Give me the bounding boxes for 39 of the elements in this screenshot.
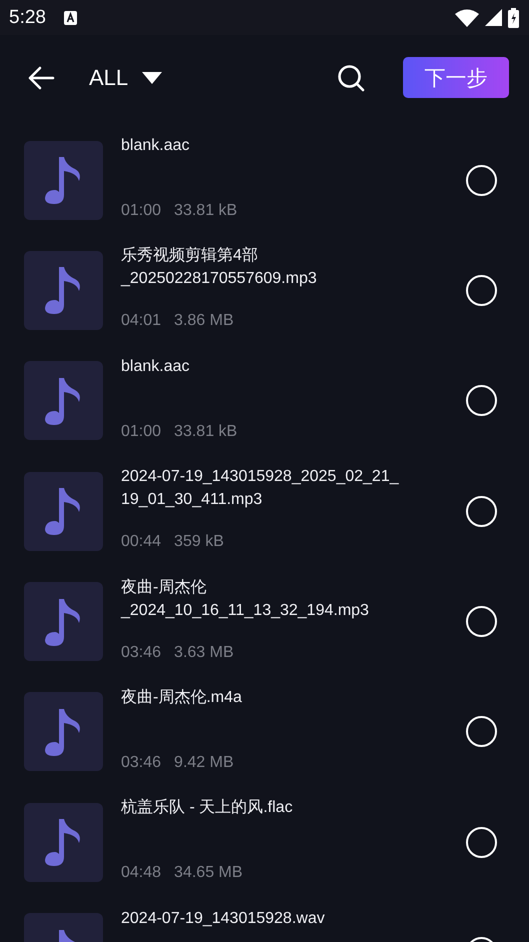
signal-icon (485, 9, 502, 26)
wifi-icon (455, 8, 479, 26)
search-icon[interactable] (337, 64, 365, 92)
file-name: blank.aac (121, 356, 190, 377)
select-radio[interactable] (466, 496, 497, 527)
duration: 03:46 (121, 754, 162, 772)
duration: 01:00 (121, 202, 162, 220)
battery-icon (508, 8, 519, 28)
duration: 01:00 (121, 422, 162, 441)
file-name: 夜曲-周杰伦 _2024_10_16_11_13_32_194.mp3 (121, 578, 370, 621)
duration: 04:48 (121, 864, 162, 882)
back-arrow-icon[interactable] (27, 66, 55, 90)
keyboard-notification-icon (64, 10, 77, 24)
select-radio[interactable] (466, 716, 497, 748)
file-size: 9.42 MB (174, 754, 234, 772)
select-radio[interactable] (466, 606, 497, 638)
file-name: 乐秀视频剪辑第4部 _20250228170557609.mp3 (121, 246, 318, 290)
caret-icon[interactable] (142, 72, 162, 84)
select-radio[interactable] (466, 274, 497, 306)
duration: 00:44 (121, 533, 162, 552)
file-name: 夜曲-周杰伦.m4a (121, 688, 243, 708)
duration: 04:01 (121, 312, 162, 330)
select-radio[interactable] (466, 164, 497, 196)
file-name: 杭盖乐队 - 天上的风.flac (121, 798, 294, 818)
file-size: 33.81 kB (174, 202, 238, 220)
file-size: 3.63 MB (174, 644, 234, 662)
file-size: 359 kB (174, 533, 224, 552)
file-name: blank.aac (121, 136, 190, 156)
filter-dropdown[interactable]: ALL (89, 64, 162, 90)
file-name: 2024-07-19_143015928_2025_02_21_ 19_01_30_411.mp3 (121, 467, 400, 510)
file-size: 34.65 MB (174, 864, 243, 882)
file-size: 3.86 MB (174, 312, 234, 330)
select-radio[interactable] (466, 826, 497, 858)
file-size: 33.81 kB (174, 422, 238, 441)
status-time: 5:28 (9, 6, 46, 28)
file-name: 2024-07-19_143015928.wav (121, 908, 326, 929)
select-radio[interactable] (466, 385, 497, 416)
duration: 03:46 (121, 644, 162, 662)
next-button[interactable]: 下一步 (403, 57, 509, 98)
